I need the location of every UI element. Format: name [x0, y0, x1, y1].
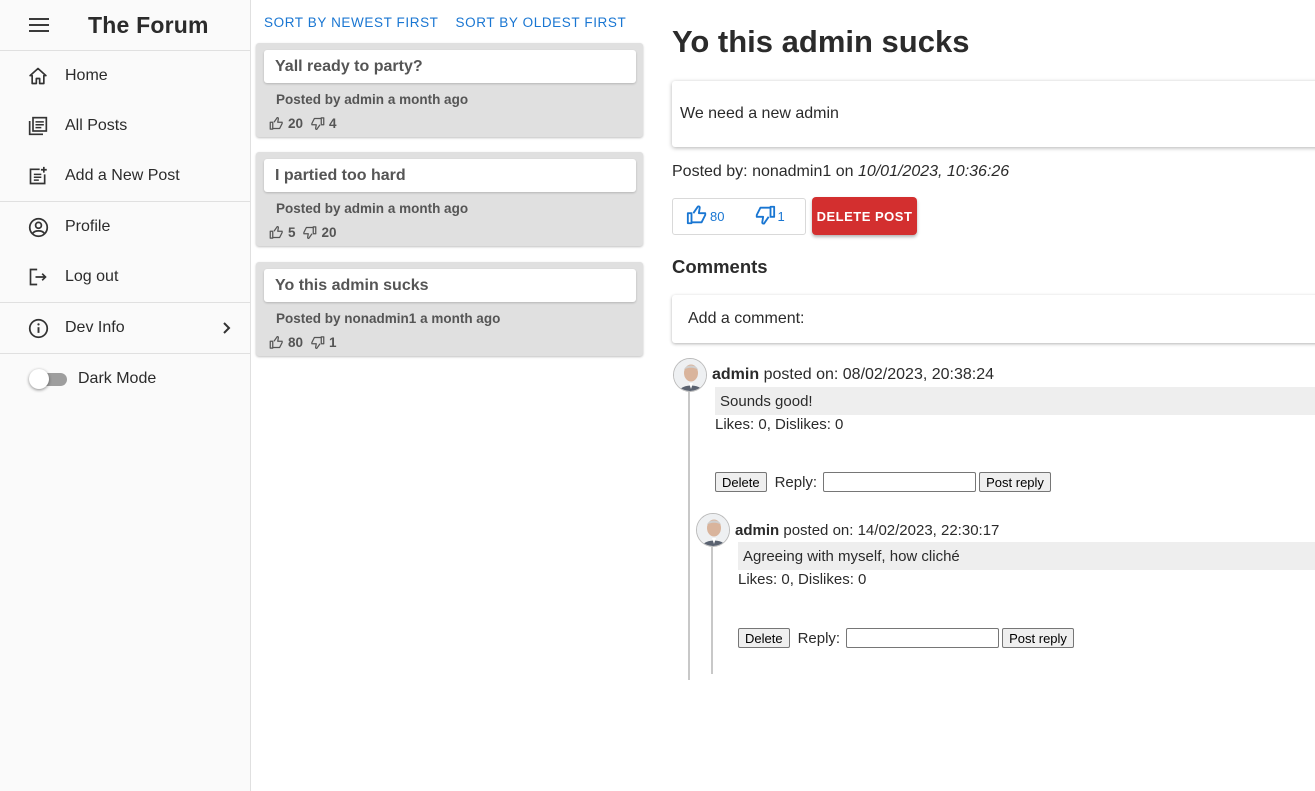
- comment-stats: Likes: 0, Dislikes: 0: [738, 571, 867, 588]
- dark-mode-toggle[interactable]: [29, 369, 67, 389]
- chevron-right-icon: [220, 321, 232, 340]
- sidebar-header: The Forum: [0, 0, 250, 51]
- sidebar-item-add-post[interactable]: Add a New Post: [0, 151, 250, 201]
- comment-author: admin: [712, 366, 760, 383]
- sidebar-item-label: Add a New Post: [65, 167, 180, 184]
- post-add-icon: [27, 165, 49, 187]
- post-reply-button[interactable]: Post reply: [979, 472, 1051, 492]
- sidebar-nav-account: Profile Log out: [0, 202, 250, 303]
- dislike-count: 1: [777, 209, 785, 224]
- info-icon: [27, 317, 49, 339]
- post-card-meta: Posted by admin a month ago: [276, 201, 469, 216]
- post-reply-button[interactable]: Post reply: [1002, 628, 1074, 648]
- comment-thread-line: [688, 391, 690, 680]
- post-list-column: SORT BY NEWEST FIRST SORT BY OLDEST FIRS…: [251, 0, 648, 356]
- thumb-up-icon: [686, 204, 708, 229]
- comment-stats: Likes: 0, Dislikes: 0: [715, 416, 844, 433]
- dark-mode-label: Dark Mode: [78, 370, 157, 387]
- post-card-likes: 5: [288, 224, 296, 240]
- dark-mode-row: Dark Mode: [0, 354, 250, 404]
- sidebar-item-label: All Posts: [65, 117, 128, 134]
- thumb-up-icon: [268, 334, 284, 350]
- post-content: We need a new admin: [672, 81, 1315, 147]
- post-card-likes: 20: [288, 115, 304, 131]
- delete-post-button[interactable]: DELETE POST: [812, 197, 917, 235]
- sidebar-nav-dev: Dev Info: [0, 303, 250, 354]
- post-byline: Posted by: nonadmin1 on 10/01/2023, 10:3…: [672, 163, 1010, 180]
- comment-actions: Delete Reply: Post reply: [715, 472, 1051, 492]
- reply-label: Reply:: [797, 629, 841, 647]
- post-card[interactable]: Yo this admin sucks Posted by nonadmin1 …: [256, 262, 643, 356]
- comment-body: Sounds good!: [715, 387, 1315, 415]
- post-card-likes: 80: [288, 334, 304, 350]
- thumb-down-icon: [309, 115, 325, 131]
- avatar: [696, 513, 730, 547]
- post-card-votes: 5 20: [268, 224, 343, 240]
- comment-body: Agreeing with myself, how cliché: [738, 542, 1315, 570]
- like-button[interactable]: 80: [686, 204, 724, 229]
- post-card-author: nonadmin1: [344, 311, 417, 326]
- post-author: nonadmin1: [752, 163, 832, 180]
- post-card-title: Yall ready to party?: [264, 50, 636, 83]
- post-vote-group: 80 1: [672, 198, 806, 235]
- logout-icon: [27, 266, 49, 288]
- thumb-down-icon: [754, 204, 776, 229]
- comment-date: 08/02/2023, 20:38:24: [842, 366, 995, 383]
- post-card-votes: 20 4: [268, 115, 343, 131]
- comment-header: admin posted on: 08/02/2023, 20:38:24: [712, 366, 995, 383]
- posts-list-icon: [27, 115, 49, 137]
- comment-actions: Delete Reply: Post reply: [738, 628, 1074, 648]
- post-title: Yo this admin sucks: [672, 24, 970, 59]
- post-card-meta: Posted by nonadmin1 a month ago: [276, 311, 501, 326]
- sidebar-item-label: Profile: [65, 218, 111, 235]
- like-count: 80: [710, 209, 725, 224]
- post-card-dislikes: 20: [321, 224, 337, 240]
- sidebar-item-dev-info[interactable]: Dev Info: [0, 303, 250, 353]
- post-card-dislikes: 4: [329, 115, 337, 131]
- sidebar: The Forum Home All Posts Add a New Post: [0, 0, 251, 791]
- sidebar-item-label: Home: [65, 67, 108, 84]
- sidebar-nav-main: Home All Posts Add a New Post: [0, 51, 250, 202]
- sidebar-item-profile[interactable]: Profile: [0, 202, 250, 252]
- thumb-up-icon: [268, 115, 284, 131]
- avatar: [673, 358, 707, 392]
- dislike-button[interactable]: 1: [754, 204, 785, 229]
- home-icon: [27, 65, 49, 87]
- thumb-down-icon: [302, 224, 318, 240]
- add-comment-field[interactable]: Add a comment:: [672, 295, 1315, 343]
- reply-input[interactable]: [846, 628, 1000, 648]
- comments-heading: Comments: [672, 256, 768, 277]
- sidebar-item-label: Dev Info: [65, 319, 125, 336]
- menu-icon[interactable]: [29, 18, 49, 32]
- delete-comment-button[interactable]: Delete: [715, 472, 767, 492]
- comment-header: admin posted on: 14/02/2023, 22:30:17: [735, 522, 1000, 539]
- thumb-up-icon: [268, 224, 284, 240]
- post-card-title: Yo this admin sucks: [264, 269, 636, 302]
- post-card-author: admin: [344, 201, 385, 216]
- sort-oldest-button[interactable]: SORT BY OLDEST FIRST: [456, 15, 627, 30]
- reply-label: Reply:: [774, 473, 818, 491]
- account-circle-icon: [27, 216, 49, 238]
- sort-newest-button[interactable]: SORT BY NEWEST FIRST: [264, 15, 439, 30]
- comment-thread-line: [711, 547, 713, 674]
- comment-date: 14/02/2023, 22:30:17: [857, 522, 1000, 539]
- sidebar-item-logout[interactable]: Log out: [0, 252, 250, 302]
- post-card-votes: 80 1: [268, 334, 343, 350]
- post-date: 10/01/2023, 10:36:26: [857, 163, 1010, 180]
- thumb-down-icon: [309, 334, 325, 350]
- app-title: The Forum: [88, 11, 209, 38]
- post-card[interactable]: Yall ready to party? Posted by admin a m…: [256, 43, 643, 137]
- sidebar-item-home[interactable]: Home: [0, 51, 250, 101]
- comment-author: admin: [735, 522, 780, 539]
- sort-bar: SORT BY NEWEST FIRST SORT BY OLDEST FIRS…: [251, 0, 648, 45]
- reply-input[interactable]: [823, 472, 977, 492]
- sidebar-item-label: Log out: [65, 268, 119, 285]
- post-card-author: admin: [344, 92, 385, 107]
- sidebar-item-all-posts[interactable]: All Posts: [0, 101, 250, 151]
- post-card-meta: Posted by admin a month ago: [276, 92, 469, 107]
- post-card-dislikes: 1: [329, 334, 337, 350]
- post-card[interactable]: I partied too hard Posted by admin a mon…: [256, 152, 643, 246]
- post-card-title: I partied too hard: [264, 159, 636, 192]
- delete-comment-button[interactable]: Delete: [738, 628, 790, 648]
